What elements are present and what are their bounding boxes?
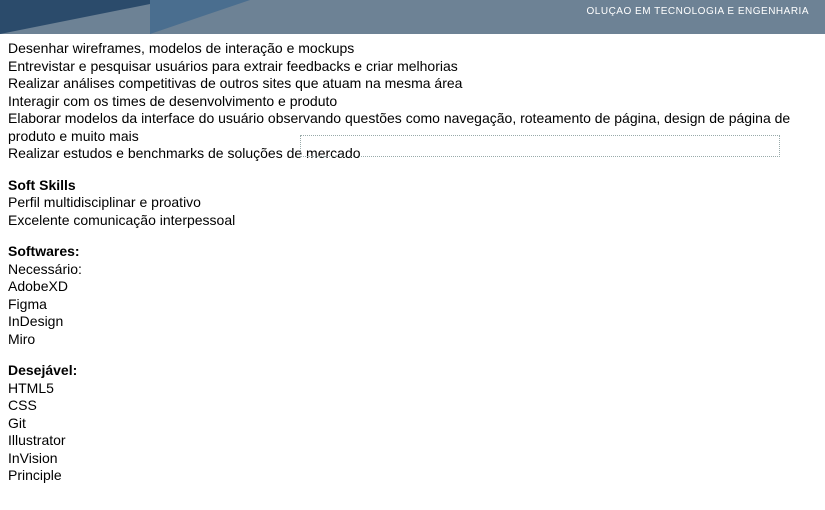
header-tagline: OLUÇAO EM TECNOLOGIA E ENGENHARIA: [587, 6, 809, 17]
softwares-desired: HTML5 CSS Git Illustrator InVision Princ…: [8, 380, 817, 485]
list-item: Figma: [8, 296, 817, 314]
list-item: HTML5: [8, 380, 817, 398]
soft-skills-list: Perfil multidisciplinar e proativo Excel…: [8, 194, 817, 229]
responsibilities-list: Desenhar wireframes, modelos de interaçã…: [8, 40, 817, 163]
required-label: Necessário:: [8, 261, 817, 279]
list-item: Interagir com os times de desenvolviment…: [8, 93, 817, 111]
document-body: Desenhar wireframes, modelos de interaçã…: [0, 34, 825, 493]
header-accent-dark: [0, 0, 170, 34]
list-item: Realizar estudos e benchmarks de soluçõe…: [8, 145, 817, 163]
list-item: Excelente comunicação interpessoal: [8, 212, 817, 230]
list-item: Principle: [8, 467, 817, 485]
list-item: AdobeXD: [8, 278, 817, 296]
list-item: InVision: [8, 450, 817, 468]
soft-skills-heading: Soft Skills: [8, 177, 817, 195]
list-item: Illustrator: [8, 432, 817, 450]
list-item: Git: [8, 415, 817, 433]
header-band: OLUÇAO EM TECNOLOGIA E ENGENHARIA: [0, 0, 825, 34]
header-accent-mid: [150, 0, 250, 34]
list-item: Elaborar modelos da interface do usuário…: [8, 110, 817, 145]
softwares-heading: Softwares:: [8, 243, 817, 261]
list-item: Perfil multidisciplinar e proativo: [8, 194, 817, 212]
desired-heading: Desejável:: [8, 362, 817, 380]
list-item: Miro: [8, 331, 817, 349]
list-item: CSS: [8, 397, 817, 415]
list-item: Entrevistar e pesquisar usuários para ex…: [8, 58, 817, 76]
softwares-required: Necessário: AdobeXD Figma InDesign Miro: [8, 261, 817, 349]
list-item: Realizar análises competitivas de outros…: [8, 75, 817, 93]
list-item: Desenhar wireframes, modelos de interaçã…: [8, 40, 817, 58]
list-item: InDesign: [8, 313, 817, 331]
